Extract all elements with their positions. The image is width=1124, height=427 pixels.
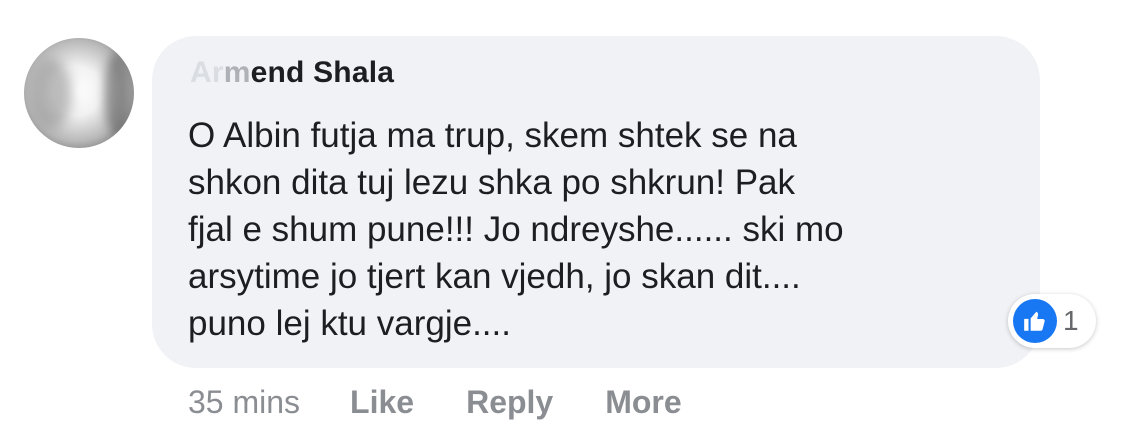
comment-line: O Albin futja ma trup, skem shtek se na	[188, 116, 797, 155]
reaction-count: 1	[1063, 305, 1079, 336]
more-button[interactable]: More	[605, 384, 681, 421]
thumbs-up-icon	[1013, 299, 1057, 343]
comment-timestamp[interactable]: 35 mins	[188, 384, 300, 421]
author-name-faded: Ar	[190, 56, 224, 89]
avatar[interactable]	[24, 38, 134, 148]
reply-button[interactable]: Reply	[466, 384, 553, 421]
comment-line: arsytime jo tjert kan vjedh, jo skan dit…	[188, 257, 801, 296]
comment-line: shkon dita tuj lezu shka po shkrun! Pak	[188, 163, 796, 202]
reaction-summary[interactable]: 1	[1008, 294, 1096, 348]
comment-line: fjal e shum pune!!! Jo ndreyshe...... sk…	[188, 210, 844, 249]
avatar-shade	[104, 52, 130, 136]
comment-line: puno lej ktu vargje....	[188, 304, 511, 343]
avatar-blur	[30, 58, 72, 130]
author-name-rest: end Shala	[250, 56, 395, 89]
comment-text: O Albin futja ma trup, skem shtek se na …	[188, 112, 1008, 347]
comment-bubble: Armend Shala O Albin futja ma trup, skem…	[152, 36, 1040, 368]
comment: Armend Shala O Albin futja ma trup, skem…	[0, 0, 1124, 427]
author-name-faded-2: m	[223, 56, 251, 89]
comment-actions: 35 mins Like Reply More	[188, 380, 734, 424]
like-button[interactable]: Like	[350, 384, 414, 421]
comment-author[interactable]: Armend Shala	[190, 56, 394, 90]
